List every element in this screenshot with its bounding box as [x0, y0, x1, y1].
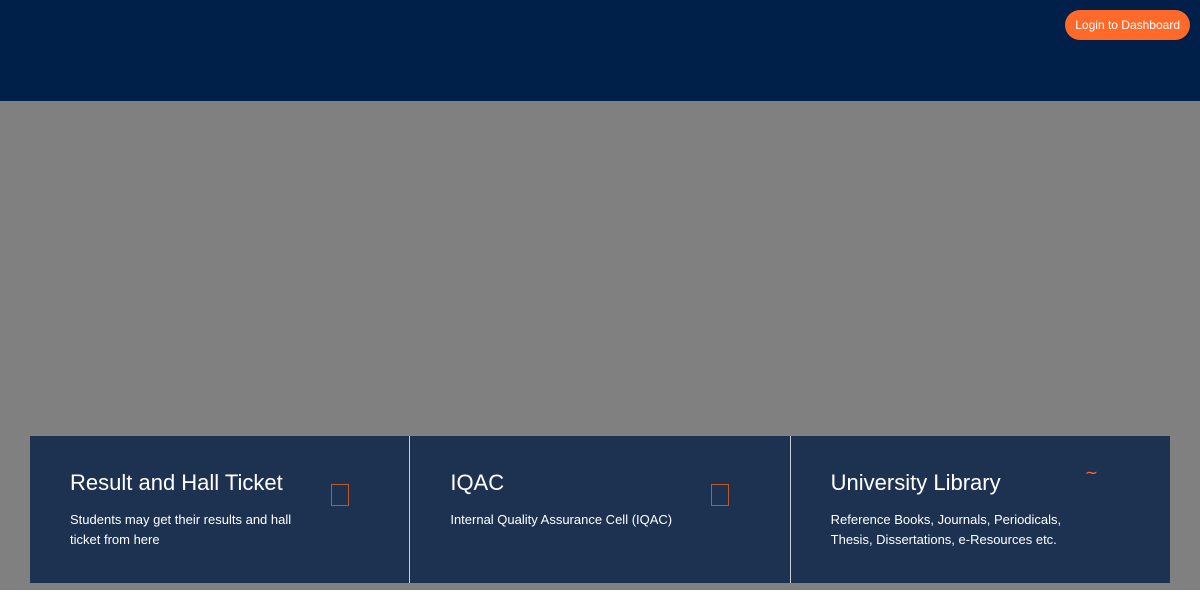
card-title: Result and Hall Ticket: [70, 470, 283, 495]
card-title: IQAC: [450, 470, 505, 495]
feature-cards: Result and Hall Ticket Students may get …: [30, 436, 1170, 583]
tilde-icon: ~: [1084, 463, 1099, 482]
card-iqac[interactable]: IQAC Internal Quality Assurance Cell (IQ…: [409, 436, 790, 583]
card-description: Reference Books, Journals, Periodicals, …: [830, 512, 1062, 547]
missing-glyph-icon: [711, 484, 730, 506]
site-header: Login to Dashboard: [0, 0, 1200, 101]
card-result-hall-ticket[interactable]: Result and Hall Ticket Students may get …: [30, 436, 410, 583]
login-dashboard-button[interactable]: Login to Dashboard: [1065, 10, 1190, 40]
card-description: Internal Quality Assurance Cell (IQAC): [450, 512, 673, 527]
missing-glyph-icon: [331, 484, 349, 506]
card-university-library[interactable]: University Library Reference Books, Jour…: [789, 436, 1170, 583]
card-description: Students may get their results and hall …: [70, 512, 292, 547]
